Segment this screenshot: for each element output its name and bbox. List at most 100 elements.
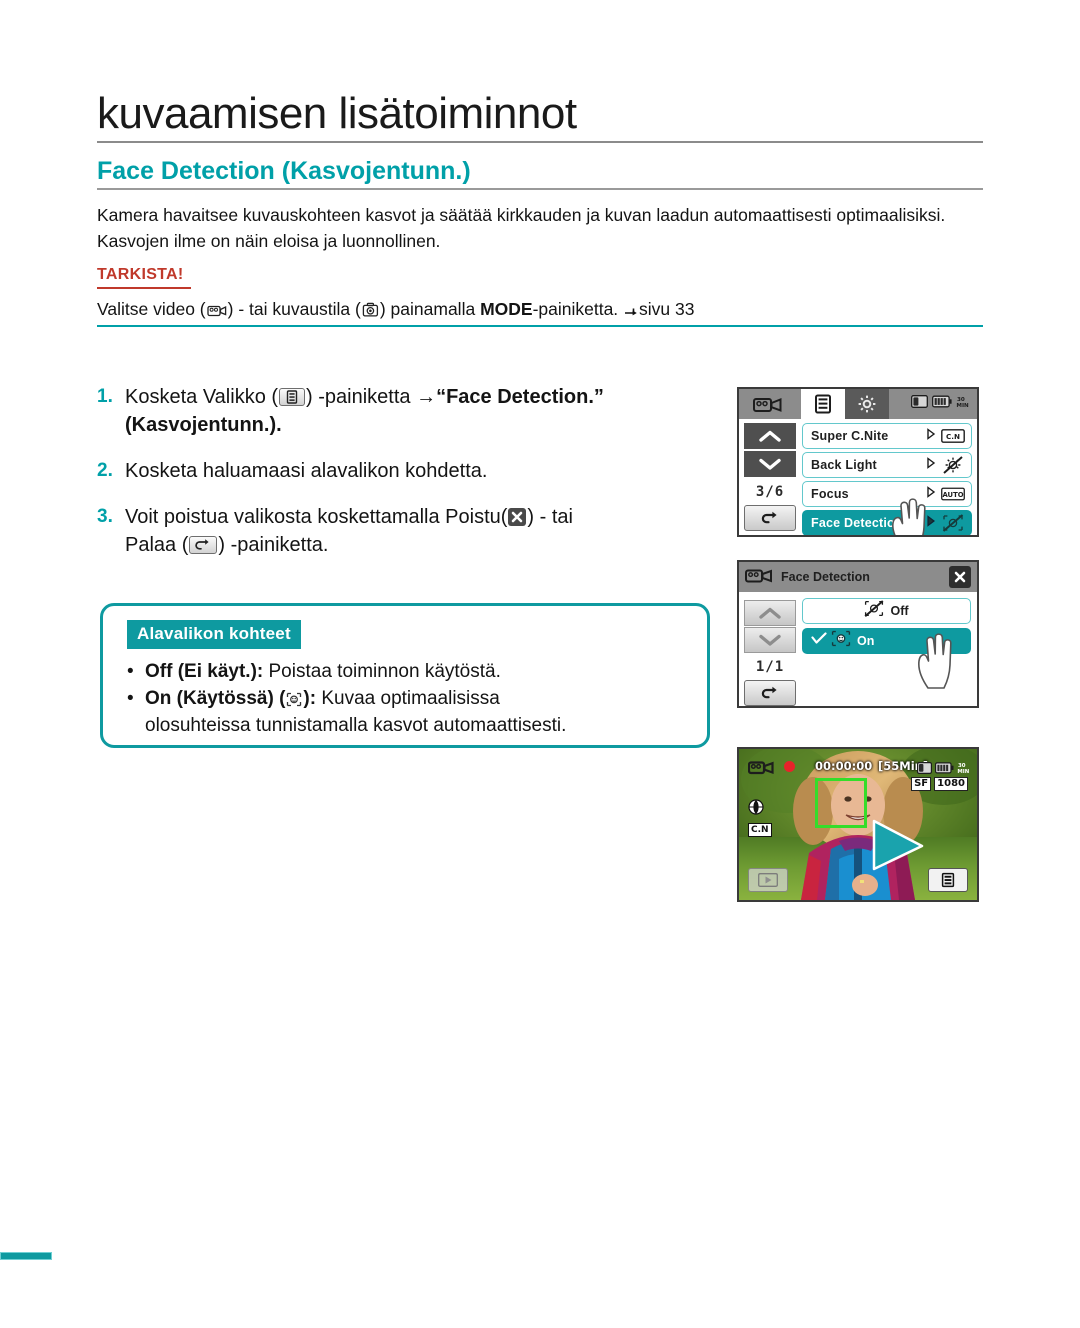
- step-1-bold2: (Kasvojentunn.).: [125, 414, 282, 436]
- manual-page: kuvaamisen lisätoiminnot Face Detection …: [0, 0, 1080, 1328]
- step-3-part1: Voit poistua valikosta koskettamalla Poi…: [125, 506, 508, 528]
- step-1: 1. Kosketa Valikko ( ) -painiketta →“Face…: [97, 383, 717, 439]
- callout-item-on-desc: Kuvaa optimaalisissa: [316, 688, 500, 709]
- check-line: Valitse video () - tai kuvaustila () pai…: [97, 296, 927, 322]
- photo-mode-icon: [362, 302, 379, 318]
- camcorder-mode-icon: [745, 566, 773, 589]
- remaining-minutes-icon: 30 MIN: [956, 395, 971, 413]
- menu-row-back-light[interactable]: Back Light: [802, 452, 972, 478]
- face-detection-off-icon: [864, 600, 884, 622]
- callout-item-on: • On (Käytössä) (): Kuvaa optimaalisissa…: [127, 685, 693, 739]
- battery-icon: [935, 759, 954, 778]
- lcd-submenu-title: Face Detection: [781, 570, 870, 584]
- step-3-part4: ) -painiketta.: [218, 534, 329, 556]
- menu-row-super-cnite-label: Super C.Nite: [811, 429, 889, 443]
- resolution-badge: 1080: [934, 777, 968, 791]
- page-edge-tab: [0, 1252, 52, 1260]
- check-text-1: Valitse video (: [97, 299, 206, 319]
- callout-item-off: • Off (Ei käyt.): Poistaa toiminnon käyt…: [127, 658, 693, 685]
- value-icon-face-detection-off: [941, 514, 965, 532]
- value-icon-auto: AUTO: [941, 487, 965, 501]
- submenu-row-off-label: Off: [890, 604, 909, 618]
- check-text-4: -painiketta.: [532, 299, 624, 319]
- menu-button[interactable]: [928, 868, 968, 892]
- submenu-row-on[interactable]: On: [802, 628, 971, 654]
- step-2-number: 2.: [97, 460, 113, 481]
- lcd-preview-screenshot: 00:00:00 [55Min] 30 MIN SF 1080 C.N: [737, 747, 979, 902]
- arrow-right-icon: [624, 304, 638, 318]
- callout-item-list: • Off (Ei käyt.): Poistaa toiminnon käyt…: [127, 658, 693, 739]
- chapter-title-rule: [97, 141, 983, 143]
- intro-paragraph: Kamera havaitsee kuvauskohteen kasvot ja…: [97, 205, 946, 251]
- steps-list: 1. Kosketa Valikko ( ) -painiketta →“Face…: [97, 383, 717, 577]
- scroll-up-button[interactable]: [744, 423, 796, 449]
- step-1-bold1: “Face Detection.”: [436, 386, 604, 408]
- memory-card-icon: [917, 759, 933, 778]
- playback-button[interactable]: [748, 868, 788, 892]
- chevron-right-icon: [926, 427, 936, 445]
- step-3-number: 3.: [97, 506, 113, 527]
- step-1-part2: ) -painiketta: [306, 386, 417, 408]
- return-button-icon: [189, 536, 218, 554]
- menu-row-back-light-label: Back Light: [811, 458, 877, 472]
- back-button[interactable]: [744, 505, 796, 531]
- bullet-icon: •: [127, 688, 134, 709]
- lcd-left-controls: 3/6: [744, 423, 796, 531]
- face-detection-on-icon: [831, 630, 851, 652]
- back-button[interactable]: [744, 680, 796, 706]
- check-rule: [97, 325, 983, 327]
- camcorder-mode-icon[interactable]: [753, 394, 783, 419]
- page-indicator: 1/1: [755, 659, 785, 675]
- step-3-part3: Palaa (: [125, 534, 189, 556]
- step-1-number: 1.: [97, 386, 113, 407]
- step-1-part1: Kosketa Valikko (: [125, 386, 279, 408]
- close-icon[interactable]: [949, 566, 971, 588]
- anti-shake-icon: [748, 799, 764, 819]
- step-3-text: Voit poistua valikosta koskettamalla Poi…: [125, 503, 573, 559]
- preview-status-icons: 30 MIN: [917, 759, 973, 778]
- page-reference: sivu 33: [639, 299, 695, 319]
- callout-item-off-text: Off (Ei käyt.): Poistaa toiminnon käytös…: [145, 658, 501, 685]
- chevron-right-icon: [926, 514, 936, 532]
- bullet-icon: •: [127, 661, 134, 682]
- step-3-part2: ) - tai: [527, 506, 573, 528]
- step-2: 2. Kosketa haluamaasi alavalikon kohdett…: [97, 457, 717, 485]
- callout-item-off-desc: Poistaa toiminnon käytöstä.: [263, 661, 501, 682]
- scroll-up-button[interactable]: [744, 600, 796, 626]
- teal-pointer-arrow: [870, 817, 926, 877]
- lcd-status-icons: 30 MIN: [911, 395, 971, 413]
- record-indicator: [784, 761, 795, 772]
- video-mode-icon: [206, 302, 227, 318]
- memory-card-icon: [911, 395, 928, 413]
- menu-row-face-detection-label: Face Detection: [811, 516, 903, 530]
- check-label: TARKISTA!: [97, 266, 184, 283]
- menu-pages-icon[interactable]: [812, 394, 834, 419]
- chapter-title: kuvaamisen lisätoiminnot: [97, 89, 577, 138]
- callout-item-on-label-tail: ):: [303, 688, 317, 709]
- menu-row-focus[interactable]: Focus AUTO: [802, 481, 972, 507]
- callout-badge: Alavalikon kohteet: [127, 620, 301, 649]
- remaining-minutes-icon: 30 MIN: [957, 759, 973, 778]
- menu-row-focus-label: Focus: [811, 487, 849, 501]
- step-3: 3. Voit poistua valikosta koskettamalla …: [97, 503, 717, 559]
- menu-row-super-cnite[interactable]: Super C.Nite C.N: [802, 423, 972, 449]
- preview-quality-icons: SF 1080: [911, 777, 968, 791]
- menu-row-face-detection[interactable]: Face Detection: [802, 510, 972, 535]
- scroll-down-button[interactable]: [744, 451, 796, 477]
- submenu-row-off[interactable]: Off: [802, 598, 971, 624]
- gear-icon[interactable]: [856, 394, 878, 419]
- exit-x-icon: [508, 508, 527, 526]
- menu-button-icon: [279, 388, 306, 406]
- chevron-right-icon: [926, 485, 936, 503]
- step-1-arrow: →: [416, 386, 437, 408]
- scroll-down-button[interactable]: [744, 627, 796, 653]
- face-detection-icon: [286, 692, 302, 707]
- page-indicator: 3/6: [755, 484, 785, 500]
- lcd-main-menu-screenshot: 30 MIN 3/6 Super C.Nite C.N Back Light F…: [737, 387, 979, 537]
- svg-text:C.N: C.N: [946, 432, 960, 441]
- submenu-row-on-label: On: [857, 634, 875, 648]
- step-1-text: Kosketa Valikko ( ) -painiketta →“Face De…: [125, 383, 604, 439]
- section-title-rule: [97, 188, 983, 190]
- check-label-underline: [97, 287, 191, 289]
- face-detection-box: [815, 778, 867, 828]
